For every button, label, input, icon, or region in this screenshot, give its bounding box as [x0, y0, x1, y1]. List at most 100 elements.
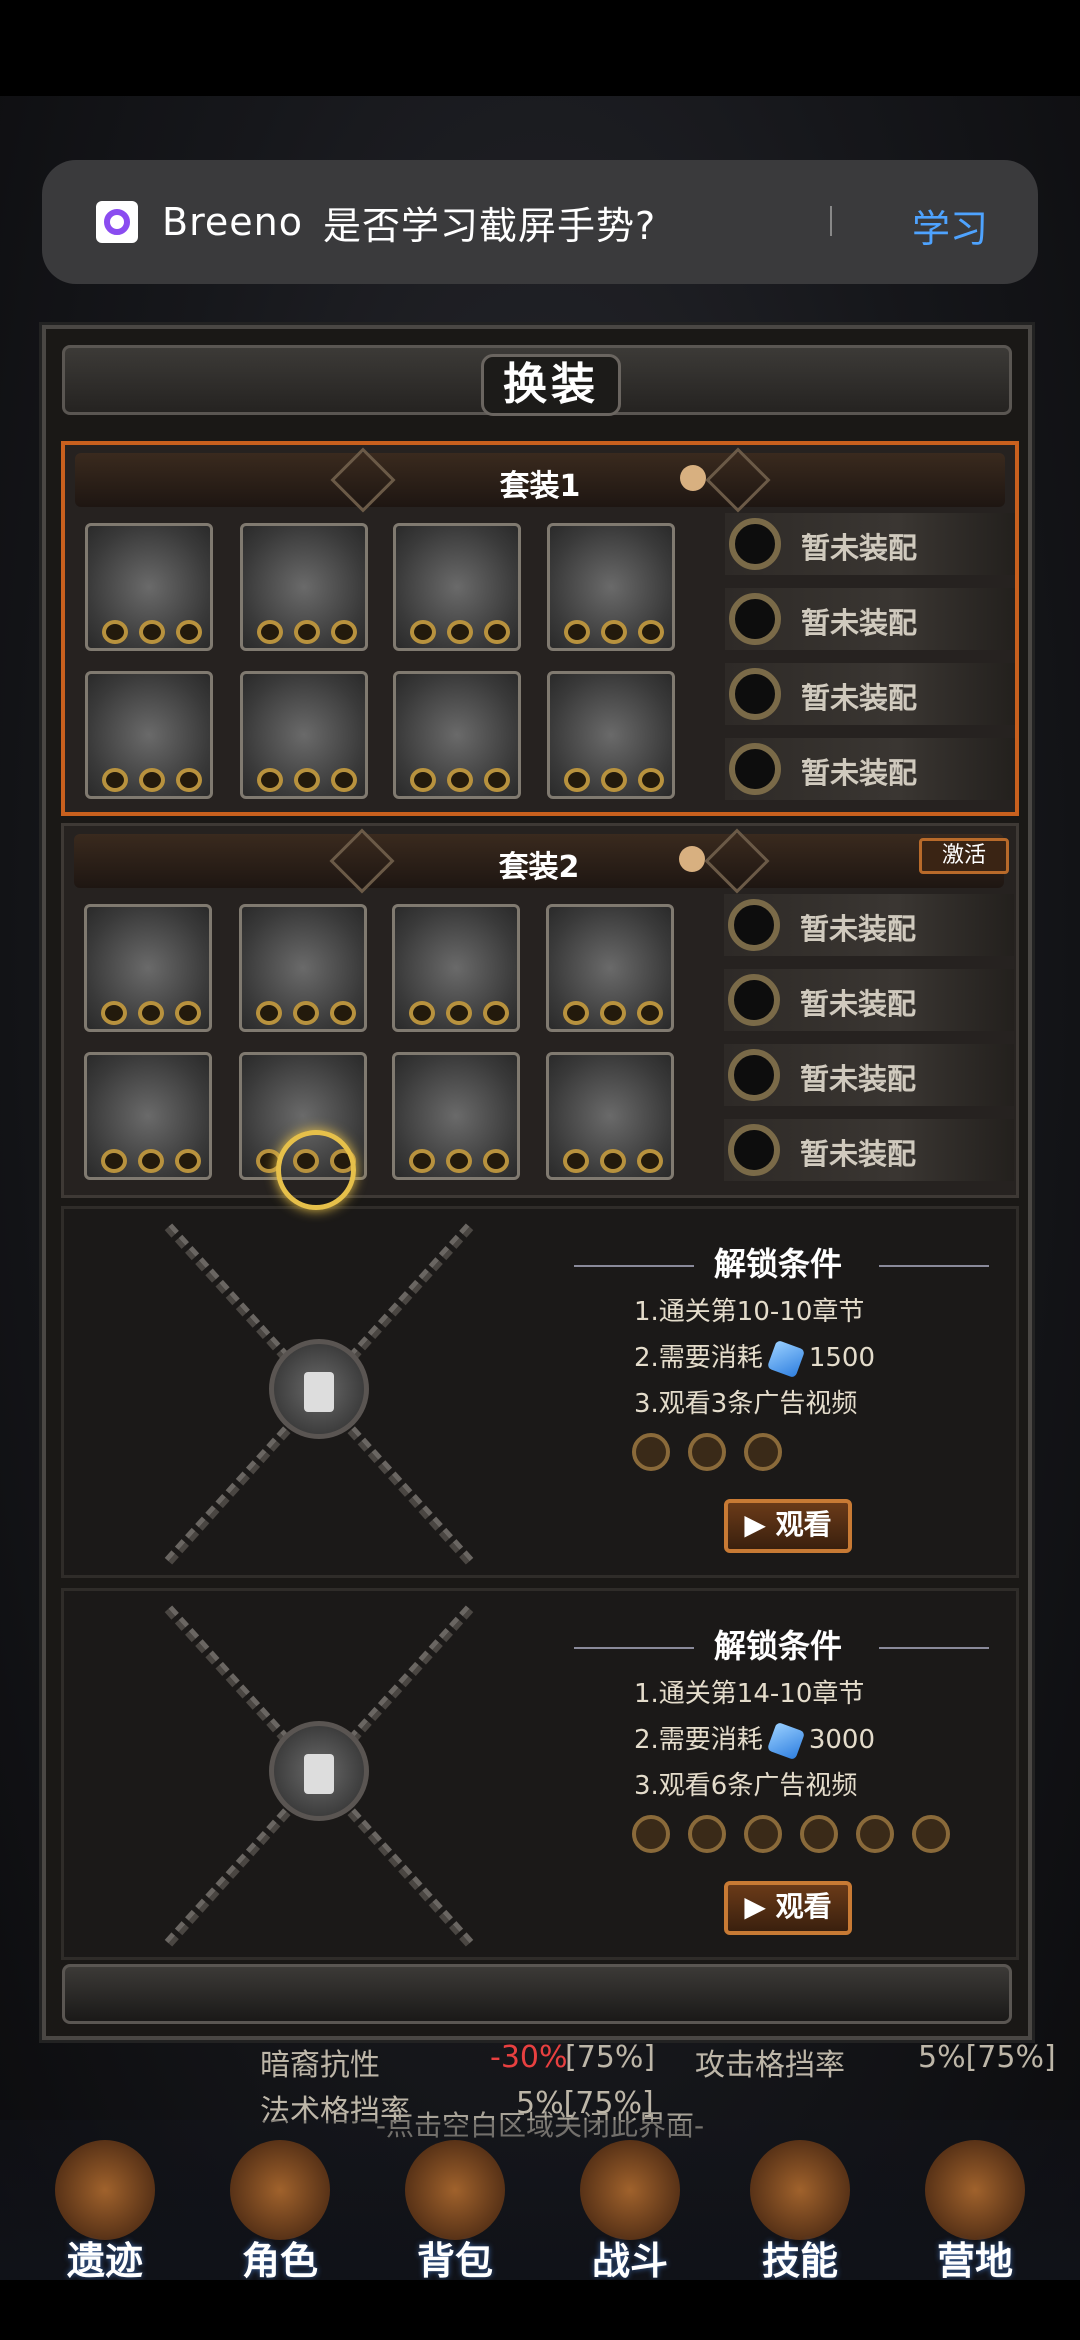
gloves-slot[interactable] [547, 523, 675, 651]
camp-icon [925, 2140, 1025, 2240]
watch-ad-button[interactable]: ▶ 观看 [724, 1881, 852, 1935]
accessory-slot[interactable]: 暂未装配 [724, 1044, 1014, 1106]
panel-footer [62, 1964, 1012, 2024]
weapon-slot[interactable] [85, 523, 213, 651]
accessory-label: 暂未装配 [801, 756, 918, 790]
unlock-condition: 2.需要消耗 1500 [634, 1337, 875, 1378]
helmet-slot[interactable] [239, 904, 367, 1032]
helmet-slot[interactable] [240, 523, 368, 651]
stat-value: -30% [490, 2040, 568, 2075]
accessory-label: 暂未装配 [801, 681, 918, 715]
nav-label: 背包 [416, 2239, 493, 2283]
nav-battle[interactable]: 战斗 [555, 2140, 705, 2283]
unlock-condition: 2.需要消耗 3000 [634, 1719, 875, 1760]
condition-label: 2.需要消耗 [634, 1343, 763, 1373]
accessory-slot[interactable]: 暂未装配 [724, 969, 1014, 1031]
accessory-slot[interactable]: 暂未装配 [725, 663, 1015, 725]
condition-value: 3000 [808, 1725, 875, 1755]
breeno-logo-icon [96, 201, 138, 243]
weapon-slot[interactable] [84, 904, 212, 1032]
accessory-label: 暂未装配 [800, 987, 917, 1021]
accessory-label: 暂未装配 [801, 606, 918, 640]
locked-suit-3: 解锁条件 1.通关第10-10章节 2.需要消耗 1500 3.观看3条广告视频 … [61, 1206, 1019, 1578]
cloak-slot[interactable] [546, 1052, 674, 1180]
character-icon [230, 2140, 330, 2240]
accessory-label: 暂未装配 [801, 531, 918, 565]
stat-value: 5%[75%] [918, 2040, 1056, 2075]
ring-icon [729, 518, 781, 570]
lock-icon [269, 1339, 369, 1439]
watch-label: 观看 [775, 1890, 832, 1923]
rename-quill-icon[interactable] [679, 846, 705, 872]
watch-label: 观看 [775, 1508, 832, 1541]
suit-name: 套装1 [499, 469, 581, 504]
nav-character[interactable]: 角色 [205, 2140, 355, 2283]
learn-button[interactable]: 学习 [912, 198, 988, 253]
gloves-slot[interactable] [546, 904, 674, 1032]
stat-label: 攻击格挡率 [695, 2048, 845, 2083]
nav-camp[interactable]: 营地 [900, 2140, 1050, 2283]
accessory-slot[interactable]: 暂未装配 [725, 588, 1015, 650]
nav-label: 营地 [936, 2239, 1013, 2283]
breeno-toast[interactable]: Breeno 是否学习截屏手势? 学习 [42, 160, 1038, 284]
navigation-bar [0, 2280, 1080, 2340]
unlock-condition: 1.通关第10-10章节 [634, 1297, 865, 1327]
pants-slot[interactable] [84, 1052, 212, 1180]
nav-label: 遗迹 [66, 2239, 143, 2283]
necklace-slot[interactable] [392, 1052, 520, 1180]
divider [574, 1647, 694, 1649]
accessory-label: 暂未装配 [800, 1137, 917, 1171]
divider [879, 1265, 989, 1267]
accessory-slot[interactable]: 暂未装配 [725, 513, 1015, 575]
diamond-icon [766, 1721, 806, 1760]
pants-slot[interactable] [85, 671, 213, 799]
nav-skills[interactable]: 技能 [725, 2140, 875, 2283]
cloak-slot[interactable] [547, 671, 675, 799]
relics-icon [55, 2140, 155, 2240]
condition-value: 1500 [808, 1343, 875, 1373]
accessory-slot[interactable]: 暂未装配 [725, 738, 1015, 800]
activate-button[interactable]: 激活 [919, 838, 1009, 874]
ad-progress [632, 1433, 800, 1471]
ring-icon [729, 743, 781, 795]
stat-label: 暗裔抗性 [260, 2048, 380, 2083]
accessory-slot[interactable]: 暂未装配 [724, 894, 1014, 956]
battle-icon [580, 2140, 680, 2240]
unlock-title: 解锁条件 [714, 1627, 843, 1665]
armor-slot[interactable] [392, 904, 520, 1032]
ring-icon [729, 593, 781, 645]
nav-label: 战斗 [591, 2239, 668, 2283]
suit-1[interactable]: 套装1 暂未装配 暂未装配 暂未装配 暂未装配 [61, 441, 1019, 816]
camera-icon: ▶ [744, 1890, 776, 1923]
suit-header: 套装1 [75, 447, 1005, 513]
camera-icon: ▶ [744, 1508, 776, 1541]
nav-label: 技能 [761, 2239, 838, 2283]
armor-slot[interactable] [393, 523, 521, 651]
necklace-slot[interactable] [393, 671, 521, 799]
lock-icon [269, 1721, 369, 1821]
bottom-nav: 遗迹 角色 背包 战斗 技能 营地 [0, 2120, 1080, 2283]
accessory-label: 暂未装配 [800, 1062, 917, 1096]
panel-title: 换装 [481, 354, 621, 416]
accessory-slot[interactable]: 暂未装配 [724, 1119, 1014, 1181]
ad-progress [632, 1815, 968, 1853]
ring-icon [729, 668, 781, 720]
nav-relics[interactable]: 遗迹 [30, 2140, 180, 2283]
stat-cap: [75%] [565, 2040, 656, 2075]
touch-indicator [276, 1130, 356, 1210]
divider [830, 206, 832, 236]
toast-message: 是否学习截屏手势? [322, 203, 657, 248]
suit-2[interactable]: 套装2 激活 暂未装配 暂未装配 暂未装配 暂未装配 [61, 823, 1019, 1198]
boots-slot[interactable] [240, 671, 368, 799]
unlock-condition: 1.通关第14-10章节 [634, 1679, 865, 1709]
skills-icon [750, 2140, 850, 2240]
rename-quill-icon[interactable] [680, 465, 706, 491]
condition-label: 2.需要消耗 [634, 1725, 763, 1755]
unlock-condition: 3.观看6条广告视频 [634, 1771, 858, 1801]
ring-icon [728, 899, 780, 951]
toast-app-name: Breeno [162, 200, 303, 244]
bag-icon [405, 2140, 505, 2240]
watch-ad-button[interactable]: ▶ 观看 [724, 1499, 852, 1553]
ring-icon [728, 1049, 780, 1101]
nav-bag[interactable]: 背包 [380, 2140, 530, 2283]
